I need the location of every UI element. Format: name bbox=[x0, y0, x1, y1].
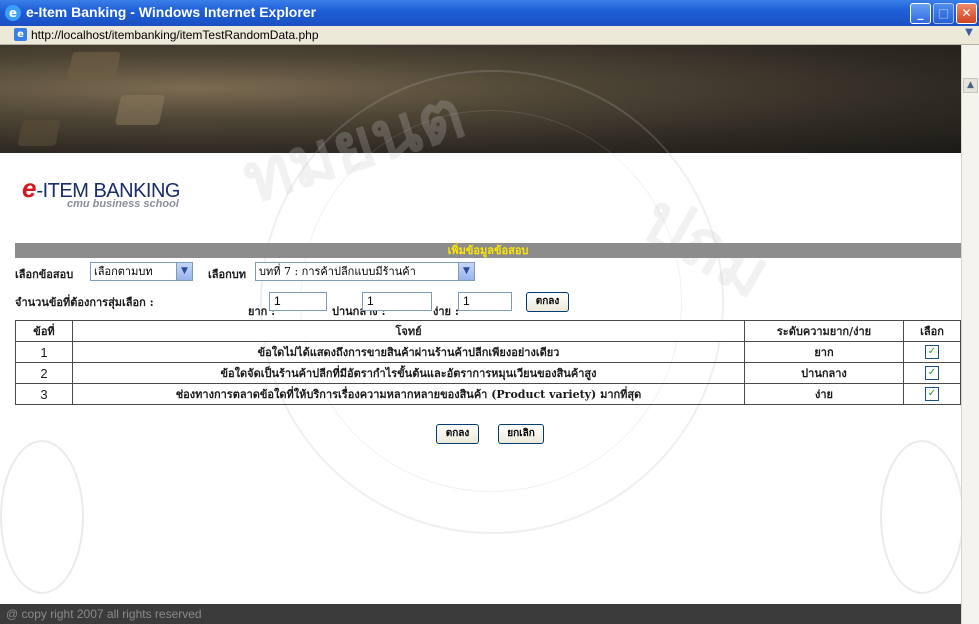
row-select-cell: ✓ bbox=[903, 383, 961, 405]
medium-count-input[interactable]: 1 bbox=[362, 292, 432, 311]
keyboard-key-decoration bbox=[114, 95, 166, 125]
keyboard-key-decoration bbox=[67, 52, 121, 80]
chevron-down-icon: ▼ bbox=[458, 263, 474, 280]
table-row: 2 ข้อใดจัดเป็นร้านค้าปลีกที่มีอัตรากำไรข… bbox=[15, 362, 961, 384]
table-row: 3 ช่องทางการตลาดข้อใดที่ให้บริการเรื่องค… bbox=[15, 383, 961, 405]
row-select-cell: ✓ bbox=[903, 341, 961, 363]
select-exam-label: เลือกข้อสอบ bbox=[15, 268, 74, 281]
site-logo: e-ITEM BANKING cmu business school bbox=[22, 173, 180, 210]
row-level: ง่าย bbox=[744, 383, 904, 405]
select-exam-dropdown[interactable]: เลือกตามบท ▼ bbox=[90, 262, 193, 281]
ie-logo-icon: e bbox=[5, 5, 21, 21]
watermark-ornament-left bbox=[0, 440, 84, 594]
table-header-row: ข้อที่ โจทย์ ระดับความยาก/ง่าย เลือก bbox=[15, 320, 961, 342]
ok-button[interactable]: ตกลง bbox=[436, 424, 479, 444]
select-checkbox[interactable]: ✓ bbox=[925, 387, 939, 401]
select-chapter-dropdown[interactable]: บทที่ 7 : การค้าปลีกแบบมีร้านค้า ▼ bbox=[255, 262, 475, 281]
header-select: เลือก bbox=[903, 320, 961, 342]
row-number: 3 bbox=[15, 383, 73, 405]
close-button[interactable]: ✕ bbox=[956, 3, 977, 24]
row-question: ช่องทางการตลาดข้อใดที่ให้บริการเรื่องควา… bbox=[72, 383, 745, 405]
window-title: e-Item Banking - Windows Internet Explor… bbox=[26, 4, 317, 20]
random-count-label: จำนวนข้อที่ต้องการสุ่มเลือก : bbox=[15, 296, 154, 309]
header-question: โจทย์ bbox=[72, 320, 745, 342]
random-ok-button[interactable]: ตกลง bbox=[526, 292, 569, 312]
row-level: ปานกลาง bbox=[744, 362, 904, 384]
easy-count-input[interactable]: 1 bbox=[458, 292, 512, 311]
question-table: ข้อที่ โจทย์ ระดับความยาก/ง่าย เลือก 1 ข… bbox=[15, 320, 961, 405]
chevron-up-icon[interactable]: ▲ bbox=[963, 78, 978, 93]
select-checkbox[interactable]: ✓ bbox=[925, 345, 939, 359]
select-chapter-value: บทที่ 7 : การค้าปลีกแบบมีร้านค้า bbox=[259, 265, 416, 278]
row-question: ข้อใดจัดเป็นร้านค้าปลีกที่มีอัตรากำไรขั้… bbox=[72, 362, 745, 384]
minimize-button[interactable]: _ bbox=[910, 3, 931, 24]
cancel-button[interactable]: ยกเลิก bbox=[498, 424, 544, 444]
select-exam-value: เลือกตามบท bbox=[94, 265, 153, 278]
chevron-down-icon: ▼ bbox=[176, 263, 192, 280]
footer-copyright: @ copy right 2007 all rights reserved bbox=[0, 604, 961, 624]
easy-label: ง่าย : bbox=[433, 305, 459, 318]
header-number: ข้อที่ bbox=[15, 320, 73, 342]
keyboard-key-decoration bbox=[17, 120, 61, 146]
vertical-scrollbar[interactable]: ▲ bbox=[961, 45, 979, 624]
page-icon: e bbox=[14, 28, 27, 41]
window-titlebar: e e-Item Banking - Windows Internet Expl… bbox=[0, 0, 979, 26]
watermark-ornament-right bbox=[880, 440, 964, 594]
row-number: 1 bbox=[15, 341, 73, 363]
chevron-down-icon[interactable]: ▼ bbox=[962, 27, 976, 43]
row-question: ข้อใดไม่ได้แสดงถึงการขายสินค้าผ่านร้านค้… bbox=[72, 341, 745, 363]
form-title: เพิ่มข้อมูลข้อสอบ bbox=[15, 243, 961, 258]
row-select-cell: ✓ bbox=[903, 362, 961, 384]
address-bar[interactable]: e http://localhost/itembanking/itemTestR… bbox=[0, 26, 979, 45]
logo-e: e bbox=[22, 173, 37, 203]
maximize-button[interactable]: □ bbox=[933, 3, 954, 24]
select-chapter-label: เลือกบท bbox=[208, 268, 247, 281]
address-url[interactable]: http://localhost/itembanking/itemTestRan… bbox=[31, 28, 319, 42]
select-checkbox[interactable]: ✓ bbox=[925, 366, 939, 380]
row-number: 2 bbox=[15, 362, 73, 384]
hard-count-input[interactable]: 1 bbox=[269, 292, 327, 311]
table-row: 1 ข้อใดไม่ได้แสดงถึงการขายสินค้าผ่านร้าน… bbox=[15, 341, 961, 363]
row-level: ยาก bbox=[744, 341, 904, 363]
logo-subtitle: cmu business school bbox=[67, 198, 179, 210]
header-level: ระดับความยาก/ง่าย bbox=[744, 320, 904, 342]
